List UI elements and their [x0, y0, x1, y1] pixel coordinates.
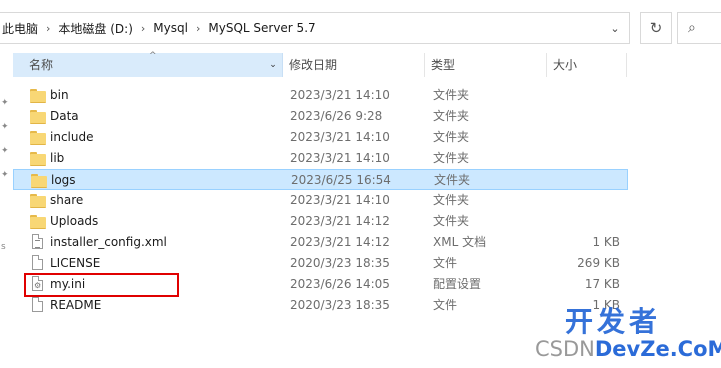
file-row[interactable]: installer_config.xml 2023/3/21 14:12 XML 文… — [13, 232, 628, 253]
folder-icon — [30, 106, 46, 127]
file-type: 文件夹 — [433, 214, 470, 228]
folder-icon — [31, 170, 47, 191]
xml-file-icon — [30, 232, 46, 253]
column-date-header[interactable]: 修改日期 — [283, 53, 425, 77]
watermark-en: CSDNDevZe.CoM — [535, 337, 721, 361]
file-icon — [30, 253, 46, 274]
folder-icon — [30, 85, 46, 106]
file-size — [547, 148, 620, 169]
file-name: Data — [50, 109, 79, 123]
file-date: 2023/3/21 14:12 — [290, 235, 390, 249]
file-size — [547, 190, 620, 211]
file-date: 2020/3/23 18:35 — [290, 298, 390, 312]
pin-icon: ✦ — [1, 98, 9, 108]
column-size-label: 大小 — [553, 58, 578, 72]
file-size — [547, 106, 620, 127]
file-date: 2023/6/25 16:54 — [291, 173, 391, 187]
pin-icon: ✦ — [1, 170, 9, 180]
file-date: 2023/3/21 14:10 — [290, 88, 390, 102]
address-bar[interactable]: 此电脑 › 本地磁盘 (D:) › Mysql › MySQL Server 5… — [0, 12, 630, 44]
chevron-right-icon[interactable]: › — [190, 22, 206, 35]
file-type: 文件夹 — [433, 193, 470, 207]
nav-item-icon: s — [1, 242, 6, 252]
file-date: 2023/6/26 9:28 — [290, 109, 383, 123]
chevron-right-icon[interactable]: › — [135, 22, 151, 35]
file-row[interactable]: README 2020/3/23 18:35 文件 1 KB — [13, 295, 628, 316]
file-type: 文件夹 — [433, 151, 470, 165]
file-size — [547, 85, 620, 106]
file-row[interactable]: include 2023/3/21 14:10 文件夹 — [13, 127, 628, 148]
folder-icon — [30, 211, 46, 232]
search-icon: ⌕ — [688, 20, 696, 36]
file-date: 2023/3/21 14:10 — [290, 151, 390, 165]
file-size — [548, 170, 621, 191]
column-name-header[interactable]: ^ 名称 ⌄ — [13, 51, 283, 77]
file-row[interactable]: LICENSE 2020/3/23 18:35 文件 269 KB — [13, 253, 628, 274]
file-name: README — [50, 298, 102, 312]
search-box[interactable]: ⌕ — [677, 12, 721, 44]
navigation-pane: ✦ ✦ ✦ ✦ s — [0, 48, 12, 368]
file-date: 2023/3/21 14:10 — [290, 130, 390, 144]
column-type-label: 类型 — [431, 58, 456, 72]
file-icon — [30, 295, 46, 316]
column-size-header[interactable]: 大小 — [547, 53, 627, 77]
refresh-button[interactable]: ↻ — [640, 12, 672, 44]
file-row[interactable]: bin 2023/3/21 14:10 文件夹 — [13, 85, 628, 106]
file-row[interactable]: share 2023/3/21 14:10 文件夹 — [13, 190, 628, 211]
file-name: Uploads — [50, 214, 99, 228]
file-name: include — [50, 130, 94, 144]
file-date: 2023/3/21 14:12 — [290, 214, 390, 228]
file-size — [547, 127, 620, 148]
file-type: 文件夹 — [434, 173, 471, 187]
sort-ascending-icon: ^ — [149, 51, 157, 61]
file-size: 1 KB — [592, 235, 620, 249]
breadcrumb-mysql-server[interactable]: MySQL Server 5.7 — [206, 21, 317, 35]
file-type: 文件夹 — [433, 130, 470, 144]
file-date: 2023/6/26 14:05 — [290, 277, 390, 291]
refresh-icon: ↻ — [649, 19, 663, 37]
file-type: 配置设置 — [433, 277, 482, 291]
file-row[interactable]: Uploads 2023/3/21 14:12 文件夹 — [13, 211, 628, 232]
breadcrumb-this-pc[interactable]: 此电脑 — [0, 20, 40, 37]
column-date-label: 修改日期 — [289, 58, 338, 72]
column-type-header[interactable]: 类型 — [425, 53, 547, 77]
pin-icon: ✦ — [1, 122, 9, 132]
file-date: 2023/3/21 14:10 — [290, 193, 390, 207]
file-name: lib — [50, 151, 65, 165]
file-type: 文件 — [433, 256, 458, 270]
folder-icon — [30, 127, 46, 148]
column-name-label: 名称 — [29, 58, 54, 72]
watermark-cn: 开发者 — [565, 305, 662, 338]
file-type: XML 文档 — [433, 235, 487, 249]
file-row[interactable]: Data 2023/6/26 9:28 文件夹 — [13, 106, 628, 127]
file-type: 文件夹 — [433, 109, 470, 123]
file-row[interactable]: logs 2023/6/25 16:54 文件夹 — [13, 169, 628, 190]
file-name: installer_config.xml — [50, 235, 167, 249]
file-size: 17 KB — [584, 277, 620, 291]
file-type: 文件夹 — [433, 88, 470, 102]
breadcrumb-mysql[interactable]: Mysql — [151, 21, 190, 35]
file-type: 文件 — [433, 298, 458, 312]
pin-icon: ✦ — [1, 146, 9, 156]
folder-icon — [30, 148, 46, 169]
chevron-right-icon[interactable]: › — [40, 22, 56, 35]
file-date: 2020/3/23 18:35 — [290, 256, 390, 270]
chevron-down-icon[interactable]: ⌄ — [266, 53, 280, 77]
watermark-prefix: CSDN — [535, 337, 595, 361]
highlight-box — [24, 273, 179, 297]
file-name: logs — [51, 173, 76, 187]
breadcrumb-local-disk[interactable]: 本地磁盘 (D:) — [56, 20, 134, 37]
column-header: ^ 名称 ⌄ 修改日期 类型 大小 — [13, 51, 628, 77]
breadcrumb: 此电脑 › 本地磁盘 (D:) › Mysql › MySQL Server 5… — [0, 13, 318, 43]
file-size — [547, 211, 620, 232]
folder-icon — [30, 190, 46, 211]
file-name: bin — [50, 88, 69, 102]
file-name: share — [50, 193, 84, 207]
file-row[interactable]: lib 2023/3/21 14:10 文件夹 — [13, 148, 628, 169]
watermark-main: DevZe.CoM — [594, 337, 721, 361]
file-size: 269 KB — [577, 256, 620, 270]
file-name: LICENSE — [50, 256, 101, 270]
chevron-down-icon[interactable]: ⌄ — [601, 13, 629, 43]
